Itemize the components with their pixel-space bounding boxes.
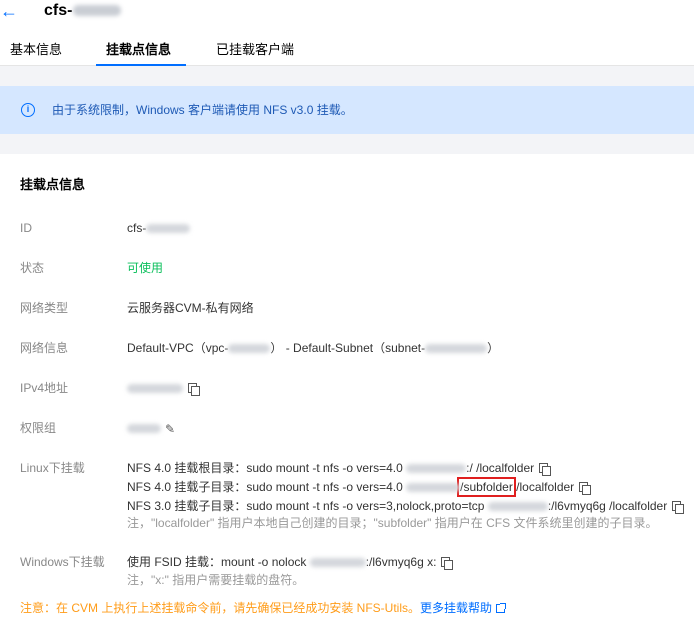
ipv4-value <box>127 380 200 397</box>
external-link-icon <box>496 603 507 614</box>
arrow-left-icon[interactable]: ← <box>0 2 18 20</box>
linux-mount-subdir-command: NFS 4.0 挂载子目录：sudo mount -t nfs -o vers=… <box>127 477 592 497</box>
network-info-value: Default-VPC（vpc-） - Default-Subnet（subne… <box>127 341 500 355</box>
ipv4-label: IPv4地址 <box>20 381 69 395</box>
copy-icon[interactable] <box>672 501 685 515</box>
redacted-ip-address <box>406 464 467 474</box>
system-limit-notice: i 由于系统限制，Windows 客户端请使用 NFS v3.0 挂载。 <box>0 86 694 134</box>
notice-text: 由于系统限制，Windows 客户端请使用 NFS v3.0 挂载。 <box>52 103 353 117</box>
redacted-id <box>146 224 191 234</box>
network-info-label: 网络信息 <box>20 341 69 355</box>
tab-mount-point-info[interactable]: 挂载点信息 <box>106 40 171 60</box>
nfs-utils-warning: 注意：在 CVM 上执行上述挂载命令前，请先确保已经成功安装 NFS-Utils… <box>20 600 507 616</box>
mount-point-info-card: 挂载点信息 ID cfs- 状态 可使用 网络类型 云服务器CVM-私有网络 网… <box>0 154 694 623</box>
copy-icon[interactable] <box>441 557 454 571</box>
info-circle-icon: i <box>21 103 35 117</box>
pencil-icon[interactable]: ✎ <box>165 421 175 437</box>
subfolder-highlight: /subfolder <box>457 477 516 497</box>
page-title: cfs- <box>44 1 122 21</box>
redacted-subnet-id <box>425 344 488 354</box>
more-mount-help-link[interactable]: 更多挂载帮助 <box>420 601 507 615</box>
linux-mount-root-command: NFS 4.0 挂载根目录：sudo mount -t nfs -o vers=… <box>127 460 552 477</box>
tab-bar: 基本信息 挂载点信息 已挂载客户端 <box>0 40 694 66</box>
tab-basic-info[interactable]: 基本信息 <box>10 40 62 60</box>
redacted-file-system-id <box>73 5 122 17</box>
redacted-ip-address <box>127 384 183 394</box>
copy-icon[interactable] <box>579 482 592 496</box>
linux-mount-nfs3-command: NFS 3.0 挂载子目录：sudo mount -t nfs -o vers=… <box>127 498 685 515</box>
copy-icon[interactable] <box>188 383 200 397</box>
status-value: 可使用 <box>127 261 164 275</box>
id-label: ID <box>20 221 32 235</box>
windows-mount-label: Windows下挂载 <box>20 555 105 569</box>
network-type-label: 网络类型 <box>20 301 69 315</box>
linux-mount-label: Linux下挂载 <box>20 461 85 475</box>
status-label: 状态 <box>20 261 45 275</box>
tab-mounted-clients[interactable]: 已挂载客户端 <box>216 40 294 60</box>
network-type-value: 云服务器CVM-私有网络 <box>127 301 254 315</box>
redacted-permission-group <box>127 424 161 434</box>
section-title: 挂载点信息 <box>20 177 86 192</box>
copy-icon[interactable] <box>539 463 552 477</box>
redacted-vpc-id <box>228 344 271 354</box>
redacted-ip-address <box>309 558 366 568</box>
page-header: ← cfs- 基本信息 挂载点信息 已挂载客户端 <box>0 0 694 66</box>
permission-group-label: 权限组 <box>20 421 57 435</box>
windows-mount-command: 使用 FSID 挂载：mount -o nolock :/l6vmyq6g x: <box>127 554 454 571</box>
redacted-ip-address <box>487 502 548 512</box>
linux-mount-note: 注，"localfolder" 指用户本地自己创建的目录；"subfolder"… <box>127 516 658 530</box>
permission-group-value: ✎ <box>127 420 175 437</box>
redacted-ip-address <box>406 483 461 493</box>
active-tab-indicator <box>96 64 186 66</box>
id-value: cfs- <box>127 220 191 236</box>
windows-mount-note: 注，"x:" 指用户需要挂载的盘符。 <box>127 573 305 587</box>
